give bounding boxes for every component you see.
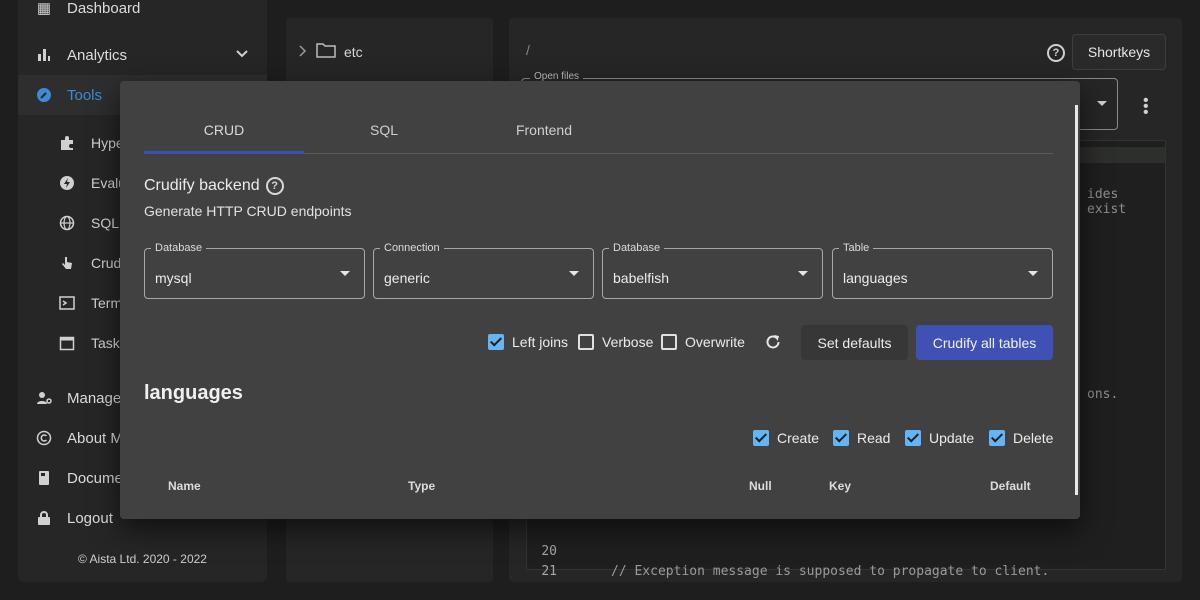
puzzle-icon	[59, 135, 75, 151]
wrench-icon	[36, 87, 52, 103]
shortkeys-button[interactable]: Shortkeys	[1072, 34, 1166, 70]
copyright-text: © Aista Ltd. 2020 - 2022	[78, 552, 207, 566]
line-number: 20	[541, 544, 557, 559]
sidebar-item-label: Analytics	[67, 46, 128, 64]
code-fragment: ons.	[1087, 387, 1119, 402]
lock-icon	[36, 510, 52, 526]
crudify-dialog: CRUD SQL Frontend Crudify backend ? Gene…	[120, 81, 1080, 519]
active-tab-indicator	[144, 151, 304, 154]
sidebar-subitem-label: SQL	[91, 215, 120, 231]
left-joins-label: Left joins	[512, 334, 569, 350]
code-line: // Exception message is supposed to prop…	[611, 564, 1050, 579]
sidebar-item-label: About M	[67, 429, 123, 447]
chevron-down-icon	[235, 47, 249, 65]
read-label: Read	[857, 430, 891, 446]
field-label: Database	[151, 242, 207, 254]
caret-down-icon	[340, 271, 350, 276]
field-label: Database	[609, 242, 665, 254]
bar-chart-icon	[36, 47, 52, 63]
verbose-label: Verbose	[602, 334, 654, 350]
update-checkbox[interactable]	[905, 430, 921, 446]
delete-checkbox[interactable]	[989, 430, 1005, 446]
editor-path: /	[526, 42, 530, 58]
line-number: 21	[541, 564, 557, 579]
dashboard-icon: ▦	[36, 0, 52, 17]
caret-down-icon	[1097, 101, 1107, 106]
section-subtitle: Generate HTTP CRUD endpoints	[144, 203, 352, 219]
left-joins-checkbox[interactable]	[488, 334, 504, 350]
field-value: mysql	[155, 270, 192, 286]
sidebar-item-analytics[interactable]: Analytics	[18, 35, 267, 75]
help-icon[interactable]: ?	[1047, 44, 1065, 62]
database-type-select[interactable]: Database mysql	[144, 242, 365, 299]
verbose-checkbox[interactable]	[578, 334, 594, 350]
overwrite-checkbox[interactable]	[661, 334, 677, 350]
copyright-icon	[36, 430, 52, 446]
sidebar-item-dashboard[interactable]: ▦ Dashboard	[18, 0, 267, 24]
section-title: Crudify backend ?	[144, 177, 284, 195]
more-vert-icon[interactable]: • • •	[1143, 93, 1149, 121]
sidebar-item-label: Dashboard	[67, 0, 141, 17]
create-label: Create	[777, 430, 820, 446]
update-label: Update	[929, 430, 975, 446]
caret-down-icon	[798, 271, 808, 276]
create-checkbox[interactable]	[753, 430, 769, 446]
terminal-icon	[59, 295, 75, 311]
sidebar-subitem-label: Hype	[91, 135, 124, 151]
sidebar-subitem-label: Term	[91, 295, 123, 311]
dialog-scrollbar[interactable]	[1075, 105, 1078, 495]
calendar-icon	[59, 335, 75, 351]
database-select[interactable]: Database babelfish	[602, 242, 823, 299]
table-heading: languages	[144, 382, 243, 404]
field-value: babelfish	[613, 270, 670, 286]
users-cog-icon	[36, 390, 52, 406]
folder-row[interactable]: etc	[298, 42, 363, 61]
help-icon[interactable]: ?	[265, 177, 284, 195]
code-fragment: ides exist	[1087, 187, 1127, 217]
column-header-null: Null	[749, 479, 772, 493]
field-value: generic	[384, 270, 430, 286]
tab-bar: CRUD SQL Frontend	[144, 107, 1053, 154]
globe-icon	[59, 215, 75, 231]
app-root: ▦ Dashboard Analytics Tools Hype Evalu S…	[0, 0, 1200, 600]
book-icon	[36, 470, 52, 486]
sidebar-item-label: Logout	[67, 509, 113, 527]
connection-select[interactable]: Connection generic	[373, 242, 594, 299]
field-label: Table	[839, 242, 874, 254]
folder-icon	[316, 42, 336, 61]
lightning-icon	[59, 175, 75, 191]
refresh-icon[interactable]	[763, 332, 783, 352]
overwrite-label: Overwrite	[685, 334, 745, 350]
tab-crud[interactable]: CRUD	[144, 107, 304, 153]
column-header-name: Name	[168, 479, 201, 493]
column-header-key: Key	[829, 479, 852, 493]
field-value: languages	[843, 270, 908, 286]
field-label: Connection	[380, 242, 444, 254]
touch-icon	[59, 255, 75, 271]
dialog-heading: Crudify backend	[144, 177, 260, 194]
sidebar-item-label: Tools	[67, 86, 103, 104]
caret-down-icon	[569, 271, 579, 276]
sidebar-item-label: Docume	[67, 469, 123, 487]
table-select[interactable]: Table languages	[832, 242, 1053, 299]
tab-sql[interactable]: SQL	[304, 107, 464, 153]
delete-label: Delete	[1013, 430, 1054, 446]
set-defaults-button[interactable]: Set defaults	[801, 325, 908, 360]
chevron-right-icon	[298, 44, 308, 60]
caret-down-icon	[1028, 271, 1038, 276]
read-checkbox[interactable]	[833, 430, 849, 446]
tab-frontend[interactable]: Frontend	[464, 107, 624, 153]
column-header-type: Type	[408, 479, 436, 493]
column-header-default: Default	[990, 479, 1031, 493]
sidebar-item-label: Manage	[67, 389, 122, 407]
crudify-all-tables-button[interactable]: Crudify all tables	[916, 325, 1053, 360]
folder-name: etc	[344, 43, 363, 60]
